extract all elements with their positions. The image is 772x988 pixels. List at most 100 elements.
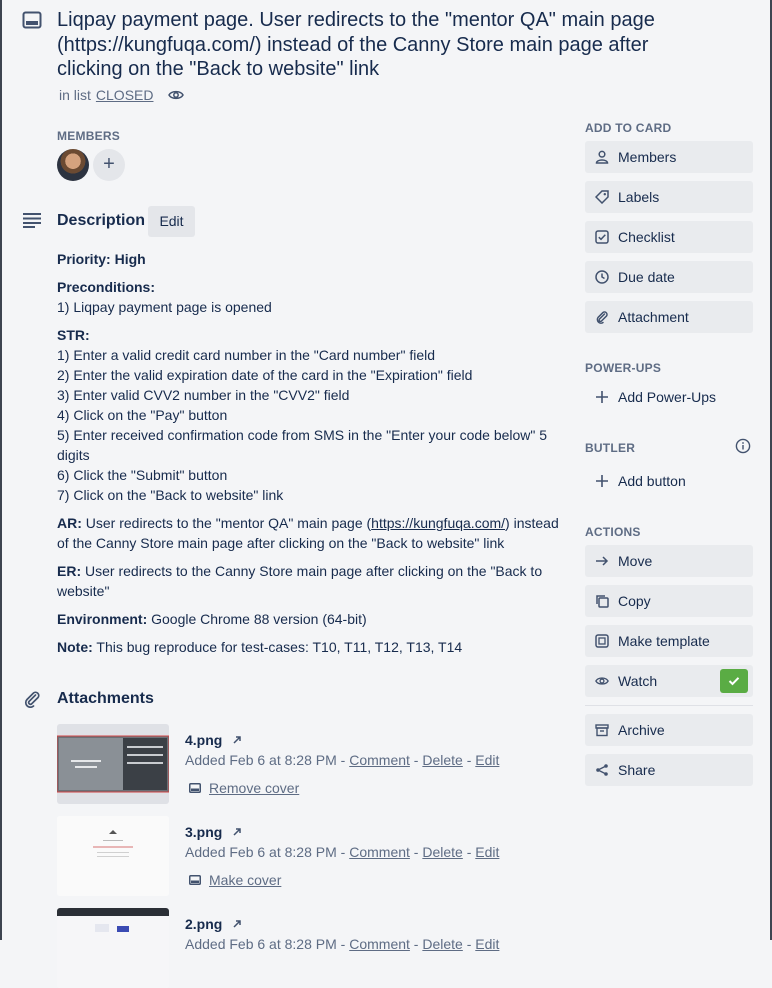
ar-text-1: User redirects to the "mentor QA" main p… <box>85 515 372 531</box>
attachment-button[interactable]: Attachment <box>585 301 753 333</box>
edit-link[interactable]: Edit <box>475 936 499 952</box>
checkmark-icon <box>727 674 741 688</box>
avatar[interactable] <box>57 149 89 181</box>
external-link-icon[interactable] <box>232 735 242 745</box>
attachment-name[interactable]: 4.png <box>185 732 242 748</box>
attachment-name[interactable]: 3.png <box>185 824 242 840</box>
step-item: 6) Click the "Submit" button <box>57 467 228 483</box>
ar-label: AR: <box>57 515 82 531</box>
plus-icon <box>595 390 609 404</box>
step-item: 3) Enter valid CVV2 number in the "CVV2"… <box>57 387 350 403</box>
paperclip-icon <box>22 689 42 709</box>
checkbox-icon <box>595 230 609 244</box>
make-cover-link[interactable]: Make cover <box>209 872 281 888</box>
env-text: Google Chrome 88 version (64-bit) <box>151 611 367 627</box>
archive-button[interactable]: Archive <box>585 714 753 746</box>
external-link-icon[interactable] <box>232 919 242 929</box>
eye-icon[interactable] <box>168 89 185 101</box>
card-icon <box>22 10 42 30</box>
cover-action[interactable]: Remove cover <box>189 780 299 796</box>
attachment-filename[interactable]: 3.png <box>185 824 222 840</box>
plus-icon <box>595 474 609 488</box>
attachment-button-label: Attachment <box>618 309 689 325</box>
members-label: MEMBERS <box>57 129 121 143</box>
edit-description-button[interactable]: Edit <box>148 206 195 237</box>
comment-link[interactable]: Comment <box>349 752 410 768</box>
attachment-meta: Added Feb 6 at 8:28 PM - Comment - Delet… <box>185 752 499 768</box>
copy-button[interactable]: Copy <box>585 585 753 617</box>
attachment-thumbnail[interactable] <box>57 816 169 896</box>
watch-button[interactable]: Watch <box>585 665 753 697</box>
add-to-card-label: ADD TO CARD <box>585 121 672 135</box>
preconditions-label: Preconditions: <box>57 279 156 295</box>
note: Note: This bug reproduce for test-cases:… <box>57 637 567 657</box>
step-item: 1) Enter a valid credit card number in t… <box>57 347 436 363</box>
separator: - <box>462 752 476 768</box>
attachment-thumbnail[interactable] <box>57 724 169 804</box>
attachment-thumbnail[interactable] <box>57 908 169 988</box>
er-text: User redirects to the Canny Store main p… <box>57 563 543 599</box>
edit-link[interactable]: Edit <box>475 752 499 768</box>
delete-link[interactable]: Delete <box>422 752 462 768</box>
in-list-prefix: in list <box>59 87 91 103</box>
description-icon <box>22 211 42 229</box>
separator: - <box>409 844 423 860</box>
comment-link[interactable]: Comment <box>349 844 410 860</box>
edit-link[interactable]: Edit <box>475 844 499 860</box>
attachment-name[interactable]: 2.png <box>185 916 242 932</box>
str-label: STR: <box>57 327 90 343</box>
add-butler-button[interactable]: Add button <box>585 465 753 497</box>
list-link[interactable]: CLOSED <box>96 87 154 103</box>
attachment-item: 2.png Added Feb 6 at 8:28 PM - Comment -… <box>57 908 557 988</box>
attachment-date: Added Feb 6 at 8:28 PM - <box>185 752 350 768</box>
info-icon[interactable] <box>735 438 751 454</box>
members-button[interactable]: Members <box>585 141 753 173</box>
checklist-button-label: Checklist <box>618 229 675 245</box>
delete-link[interactable]: Delete <box>422 936 462 952</box>
remove-cover-link[interactable]: Remove cover <box>209 780 299 796</box>
attachment-date: Added Feb 6 at 8:28 PM - <box>185 844 350 860</box>
attachment-meta: Added Feb 6 at 8:28 PM - Comment - Delet… <box>185 844 499 860</box>
add-member-button[interactable]: + <box>93 149 125 181</box>
separator: - <box>409 752 423 768</box>
checklist-button[interactable]: Checklist <box>585 221 753 253</box>
labels-button-label: Labels <box>618 189 660 205</box>
tag-icon <box>595 190 609 204</box>
attachments-title: Attachments <box>57 690 154 707</box>
share-button[interactable]: Share <box>585 754 753 786</box>
card-cover-icon <box>189 875 201 885</box>
butler-label: BUTLER <box>585 441 636 455</box>
add-button-label: Add button <box>618 473 686 489</box>
window-border-left <box>0 0 2 940</box>
attachment-filename[interactable]: 2.png <box>185 916 222 932</box>
arrow-right-icon <box>595 554 609 568</box>
card-title[interactable]: Liqpay payment page. User redirects to t… <box>57 8 697 82</box>
move-button-label: Move <box>618 553 653 569</box>
ar-link[interactable]: https://kungfuqa.com/ <box>371 515 505 531</box>
attachment-date: Added Feb 6 at 8:28 PM - <box>185 936 350 952</box>
attachment-filename[interactable]: 4.png <box>185 732 222 748</box>
clock-icon <box>595 270 609 284</box>
move-button[interactable]: Move <box>585 545 753 577</box>
cover-action[interactable]: Make cover <box>189 872 281 888</box>
archive-button-label: Archive <box>618 722 665 738</box>
step-item: 5) Enter received confirmation code from… <box>57 427 548 463</box>
due-date-button-label: Due date <box>618 269 675 285</box>
step-item: 7) Click on the "Back to website" link <box>57 487 284 503</box>
delete-link[interactable]: Delete <box>422 844 462 860</box>
description-body[interactable]: Priority: High Preconditions: 1) Liqpay … <box>57 249 567 665</box>
note-label: Note: <box>57 639 93 655</box>
attachment-item: 3.png Added Feb 6 at 8:28 PM - Comment -… <box>57 816 557 896</box>
members-button-label: Members <box>618 149 677 165</box>
watch-button-label: Watch <box>618 673 658 689</box>
er-label: ER: <box>57 563 82 579</box>
labels-button[interactable]: Labels <box>585 181 753 213</box>
make-template-button[interactable]: Make template <box>585 625 753 657</box>
due-date-button[interactable]: Due date <box>585 261 753 293</box>
add-power-ups-label: Add Power-Ups <box>618 389 717 405</box>
card-cover-icon <box>189 783 201 793</box>
external-link-icon[interactable] <box>232 827 242 837</box>
expected-result: ER: User redirects to the Canny Store ma… <box>57 561 567 601</box>
add-power-ups-button[interactable]: Add Power-Ups <box>585 381 753 413</box>
comment-link[interactable]: Comment <box>349 936 410 952</box>
